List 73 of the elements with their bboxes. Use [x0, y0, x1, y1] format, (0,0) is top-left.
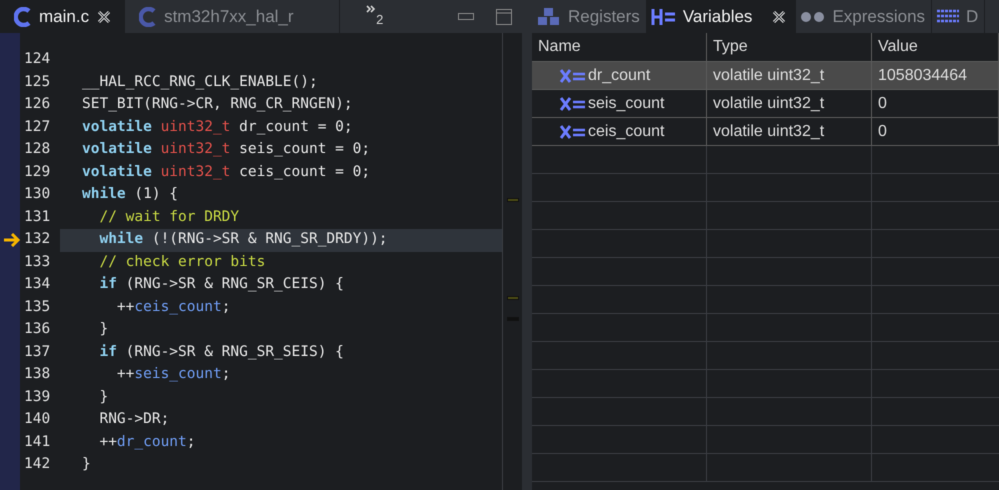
- overview-ruler-mark: [506, 198, 518, 202]
- code-line: SET_BIT(RNG->CR, RNG_CR_RNGEN);: [82, 95, 353, 114]
- c-file-icon: [14, 6, 31, 26]
- code-line: ++seis_count;: [116, 365, 230, 384]
- grid-icon: [936, 8, 960, 26]
- code-line: if (RNG->SR & RNG_SR_CEIS) {: [98, 275, 344, 294]
- x-equals-icon: [560, 68, 586, 82]
- line-number: 129: [23, 162, 52, 182]
- x-equals-icon: [560, 124, 586, 138]
- line-number: 138: [23, 365, 52, 384]
- code-line: if (RNG->SR & RNG_SR_SEIS) {: [98, 342, 344, 362]
- more-tabs-button[interactable]: 2: [340, 0, 410, 33]
- line-number: 134: [23, 275, 52, 294]
- value-cell: 0: [872, 90, 999, 117]
- code-line: while (1) {: [82, 185, 178, 204]
- chevron-icon: [366, 5, 376, 13]
- variable-name: dr_count: [588, 66, 650, 86]
- two-dots-icon: [800, 10, 826, 22]
- column-header[interactable]: Name: [532, 33, 707, 61]
- maximize-icon[interactable]: [496, 8, 512, 24]
- column-header[interactable]: Type: [707, 33, 872, 61]
- variable-name: ceis_count: [588, 122, 664, 142]
- line-number: 139: [23, 388, 52, 407]
- code-line: ++dr_count;: [98, 432, 196, 452]
- editor-tab[interactable]: stm32h7xx_hal_r: [125, 0, 340, 33]
- code-line: volatile uint32_t seis_count = 0;: [82, 140, 370, 160]
- code-line: volatile uint32_t ceis_count = 0;: [82, 162, 370, 182]
- line-number: 140: [23, 410, 52, 430]
- code-line: RNG->DR;: [98, 410, 170, 430]
- line-number: 125: [23, 72, 52, 92]
- selected-row[interactable]: dr_count volatile uint32_t 1058034464: [532, 62, 999, 90]
- code-line: }: [98, 388, 108, 407]
- line-number: 142: [23, 455, 52, 474]
- c-file-icon: [139, 6, 156, 26]
- code-line: __HAL_RCC_RNG_CLK_ENABLE();: [82, 72, 318, 92]
- close-icon[interactable]: [772, 10, 786, 24]
- type-cell: volatile uint32_t: [707, 62, 872, 89]
- line-number: 133: [23, 252, 52, 272]
- code-line: ++ceis_count;: [116, 298, 230, 317]
- x-equals-icon: [560, 96, 586, 110]
- variable-name: seis_count: [588, 94, 664, 114]
- view-tab[interactable]: D: [932, 0, 986, 33]
- value-cell: 0: [872, 118, 999, 145]
- line-number: 128: [23, 140, 52, 160]
- line-number: 127: [23, 118, 52, 137]
- type-cell: volatile uint32_t: [707, 90, 872, 117]
- line-number: 135: [23, 298, 52, 317]
- code-line: // wait for DRDY: [98, 208, 240, 227]
- code-line: while (!(RNG->SR & RNG_SR_DRDY));: [98, 230, 388, 250]
- editor-tab[interactable]: main.c: [0, 0, 126, 33]
- overview-ruler-mark: [506, 296, 518, 300]
- value-cell: 1058034464: [872, 62, 999, 89]
- line-number: 124: [23, 50, 52, 70]
- view-tab[interactable]: Expressions: [796, 0, 932, 33]
- line-number: 132: [23, 230, 52, 250]
- line-number: 141: [23, 432, 52, 452]
- code-line: }: [82, 455, 91, 474]
- line-number: 130: [23, 185, 52, 204]
- code-line: }: [98, 320, 108, 340]
- line-number: 136: [23, 320, 52, 340]
- view-tab[interactable]: Variables: [646, 0, 796, 33]
- code-line: volatile uint32_t dr_count = 0;: [82, 118, 353, 137]
- view-tab[interactable]: Registers: [532, 0, 647, 33]
- cubes-icon: [536, 6, 562, 26]
- column-header[interactable]: Value: [872, 33, 999, 61]
- minimize-icon[interactable]: [458, 12, 474, 20]
- close-icon[interactable]: [97, 10, 112, 24]
- code-line: // check error bits: [98, 252, 266, 272]
- line-number: 137: [23, 342, 52, 362]
- h-equals-icon: [650, 8, 677, 26]
- line-number: 131: [23, 208, 52, 227]
- line-number: 126: [23, 95, 52, 114]
- type-cell: volatile uint32_t: [707, 118, 872, 145]
